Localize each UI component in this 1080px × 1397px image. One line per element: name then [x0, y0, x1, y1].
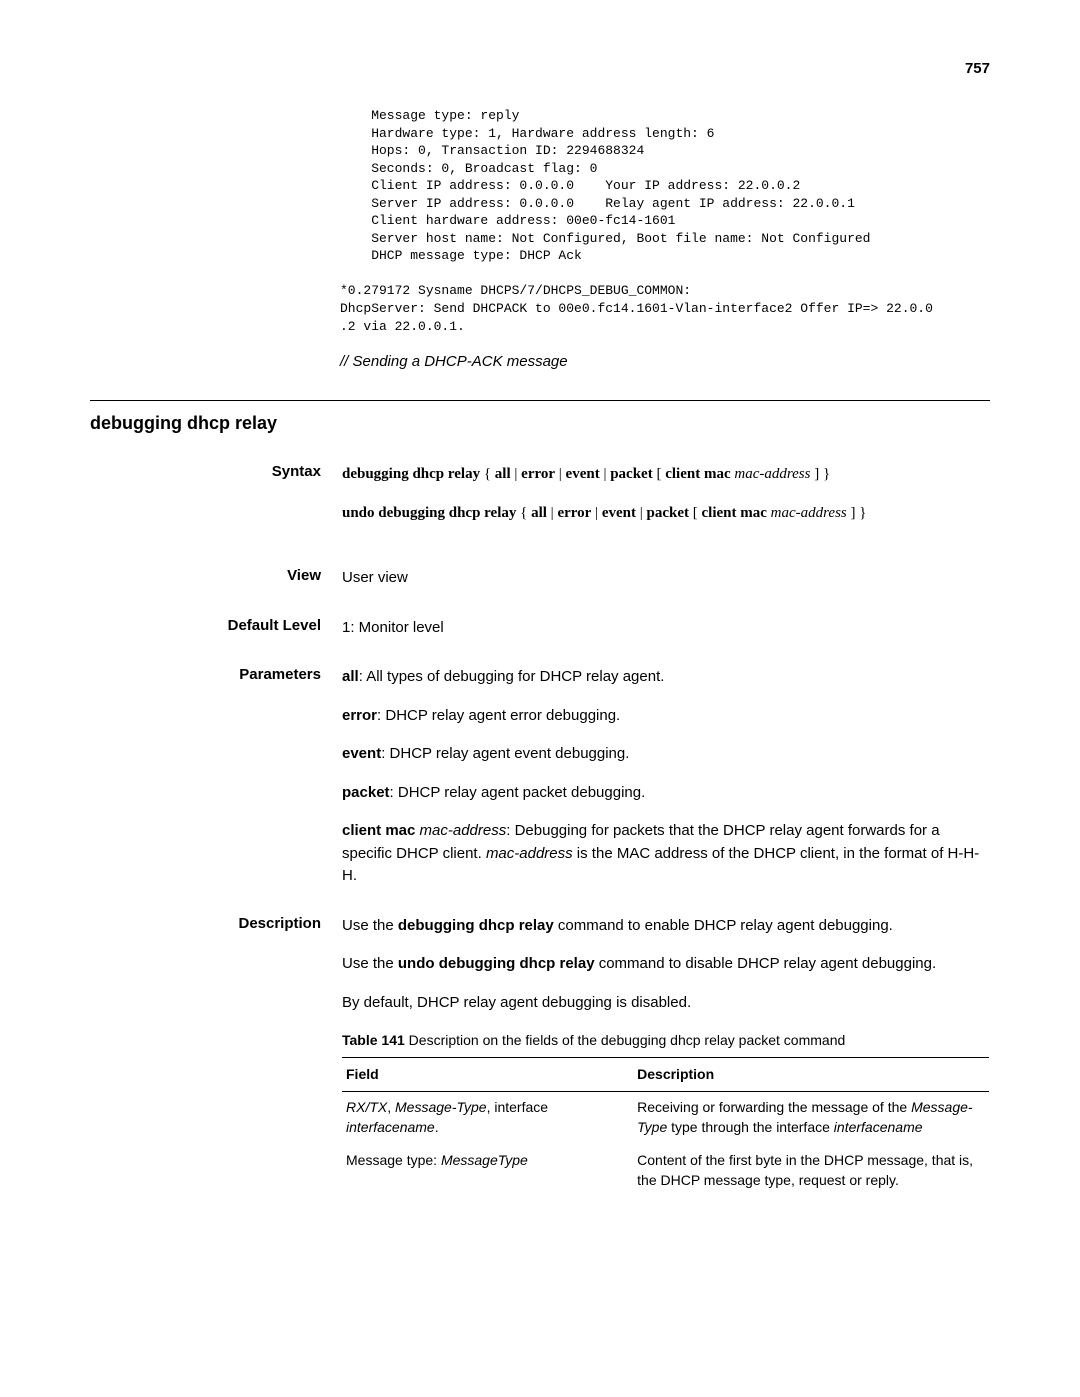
cmd: debugging dhcp relay — [342, 466, 480, 482]
label-description: Description — [90, 914, 341, 1225]
divider — [90, 400, 990, 401]
label-parameters: Parameters — [90, 665, 341, 914]
label-view: View — [90, 566, 341, 616]
label-default-level: Default Level — [90, 616, 341, 666]
table-caption: Table 141 Description on the fields of t… — [342, 1030, 989, 1051]
view-content: User view — [341, 566, 990, 616]
code-block: Message type: reply Hardware type: 1, Ha… — [340, 107, 990, 335]
description-content: Use the debugging dhcp relay command to … — [341, 914, 990, 1225]
col-description: Description — [633, 1058, 989, 1092]
table-row: Message type: MessageType Content of the… — [342, 1145, 989, 1198]
label-syntax: Syntax — [90, 462, 341, 566]
table-row: RX/TX, Message-Type, interface interface… — [342, 1092, 989, 1146]
cmd: undo debugging dhcp relay — [342, 505, 516, 521]
page: 757 Message type: reply Hardware type: 1… — [0, 0, 1080, 1284]
code-comment: // Sending a DHCP-ACK message — [340, 353, 990, 370]
section-title: debugging dhcp relay — [90, 413, 990, 434]
fields-table: Field Description RX/TX, Message-Type, i… — [342, 1057, 989, 1198]
syntax-content: debugging dhcp relay { all | error | eve… — [341, 462, 990, 566]
field-cell: RX/TX, Message-Type, interface interface… — [342, 1092, 633, 1146]
col-field: Field — [342, 1058, 633, 1092]
default-level-content: 1: Monitor level — [341, 616, 990, 666]
desc-cell: Content of the first byte in the DHCP me… — [633, 1145, 989, 1198]
field-cell: Message type: MessageType — [342, 1145, 633, 1198]
page-number: 757 — [90, 60, 990, 77]
parameters-content: all: All types of debugging for DHCP rel… — [341, 665, 990, 914]
desc-cell: Receiving or forwarding the message of t… — [633, 1092, 989, 1146]
layout-table: Syntax debugging dhcp relay { all | erro… — [90, 462, 990, 1224]
